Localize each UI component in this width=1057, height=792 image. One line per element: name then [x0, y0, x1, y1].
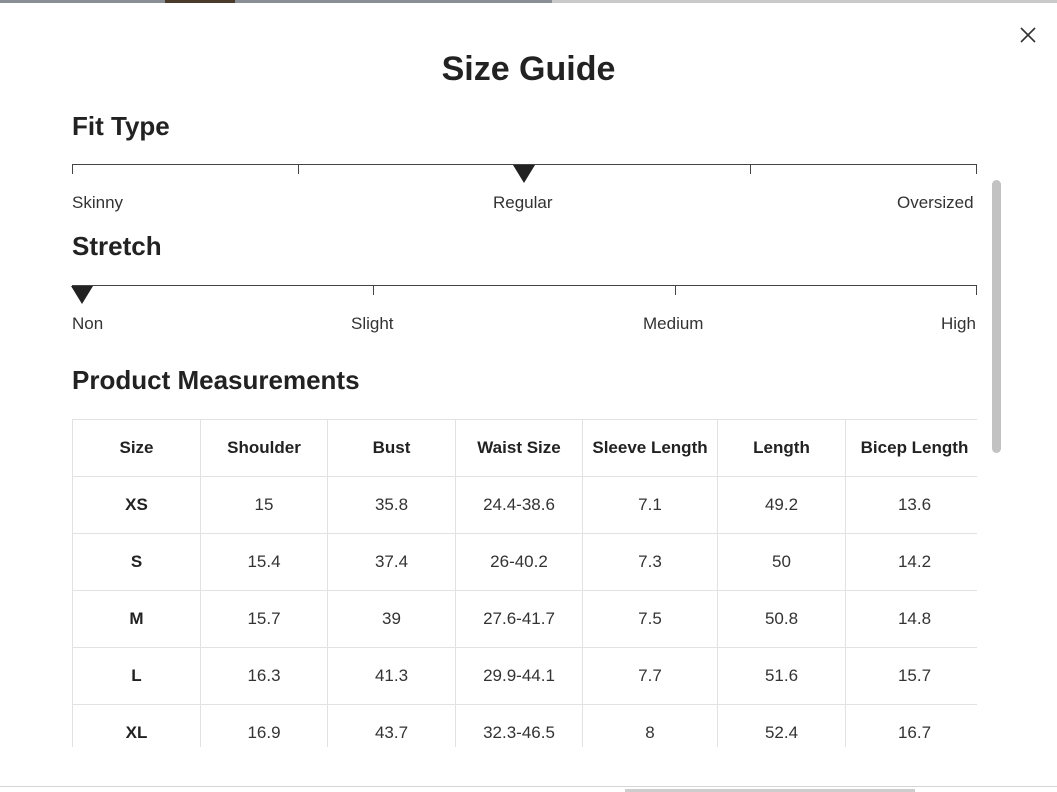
sleeve-length-cell: 7.3 [582, 533, 718, 591]
stretch-tick [976, 285, 977, 295]
stretch-scale-line [72, 285, 977, 286]
modal-title: Size Guide [441, 50, 616, 88]
product-measurements-title: Product Measurements [72, 365, 360, 395]
sleeve-length-cell: 7.5 [582, 590, 718, 648]
stretch-scale [71, 285, 977, 325]
size-guide-modal: Size Guide Fit Type Skinny Regular Overs… [0, 3, 1057, 786]
waist-size-cell: 24.4-38.6 [455, 476, 583, 534]
stretch-label-non: Non [72, 314, 104, 333]
sleeve-length-cell: 8 [582, 704, 718, 747]
column-header-sleeve-length: Sleeve Length [582, 419, 718, 477]
bicep-length-cell: 13.6 [845, 476, 977, 534]
table-row: XL 16.9 43.7 32.3-46.5 8 52.4 16.7 [72, 704, 977, 747]
bust-cell: 39 [327, 590, 456, 648]
page: Size Guide Fit Type Skinny Regular Overs… [0, 0, 1057, 792]
fit-type-label-regular: Regular [493, 193, 553, 212]
fit-type-tick [976, 164, 977, 174]
fit-type-marker [513, 165, 535, 183]
fit-type-label-skinny: Skinny [72, 193, 124, 212]
column-header-length: Length [717, 419, 846, 477]
table-row: M 15.7 39 27.6-41.7 7.5 50.8 14.8 [72, 590, 977, 648]
table-row: L 16.3 41.3 29.9-44.1 7.7 51.6 15.7 [72, 647, 977, 705]
size-cell: XL [72, 704, 201, 747]
backdrop-bottom [0, 786, 1057, 792]
sleeve-length-cell: 7.7 [582, 647, 718, 705]
bust-cell: 35.8 [327, 476, 456, 534]
bicep-length-cell: 14.2 [845, 533, 977, 591]
waist-size-cell: 29.9-44.1 [455, 647, 583, 705]
length-cell: 52.4 [717, 704, 846, 747]
table-row: XS 15 35.8 24.4-38.6 7.1 49.2 13.6 [72, 476, 977, 534]
column-header-shoulder: Shoulder [200, 419, 328, 477]
table-header-row: Size Shoulder Bust Waist Size Sleeve Len… [72, 419, 977, 477]
waist-size-cell: 27.6-41.7 [455, 590, 583, 648]
stretch-tick [373, 285, 374, 295]
length-cell: 51.6 [717, 647, 846, 705]
shoulder-cell: 15.7 [200, 590, 328, 648]
bust-cell: 41.3 [327, 647, 456, 705]
size-cell: L [72, 647, 201, 705]
bust-cell: 37.4 [327, 533, 456, 591]
shoulder-cell: 16.3 [200, 647, 328, 705]
fit-type-tick [298, 164, 299, 174]
bust-cell: 43.7 [327, 704, 456, 747]
table-row: S 15.4 37.4 26-40.2 7.3 50 14.2 [72, 533, 977, 591]
waist-size-cell: 32.3-46.5 [455, 704, 583, 747]
size-cell: S [72, 533, 201, 591]
column-header-bicep-length: Bicep Length [845, 419, 977, 477]
stretch-marker [71, 286, 93, 304]
fit-type-tick [750, 164, 751, 174]
measurements-table: Size Shoulder Bust Waist Size Sleeve Len… [72, 419, 977, 747]
length-cell: 50 [717, 533, 846, 591]
bicep-length-cell: 15.7 [845, 647, 977, 705]
shoulder-cell: 15.4 [200, 533, 328, 591]
bicep-length-cell: 14.8 [845, 590, 977, 648]
shoulder-cell: 16.9 [200, 704, 328, 747]
close-icon [1020, 27, 1036, 43]
stretch-title: Stretch [72, 231, 162, 261]
fit-type-title: Fit Type [72, 111, 170, 141]
stretch-label-high: High [941, 314, 976, 333]
column-header-bust: Bust [327, 419, 456, 477]
measurements-table-scroll[interactable]: Size Shoulder Bust Waist Size Sleeve Len… [72, 419, 977, 747]
close-button[interactable] [1016, 23, 1040, 47]
stretch-label-medium: Medium [643, 314, 704, 333]
waist-size-cell: 26-40.2 [455, 533, 583, 591]
modal-scrollbar-thumb[interactable] [992, 180, 1001, 453]
shoulder-cell: 15 [200, 476, 328, 534]
column-header-waist-size: Waist Size [455, 419, 583, 477]
fit-type-label-oversized: Oversized [897, 193, 974, 212]
size-cell: XS [72, 476, 201, 534]
stretch-label-slight: Slight [351, 314, 394, 333]
column-header-size: Size [72, 419, 201, 477]
bicep-length-cell: 16.7 [845, 704, 977, 747]
length-cell: 50.8 [717, 590, 846, 648]
size-cell: M [72, 590, 201, 648]
length-cell: 49.2 [717, 476, 846, 534]
fit-type-tick [72, 164, 73, 174]
sleeve-length-cell: 7.1 [582, 476, 718, 534]
stretch-tick [675, 285, 676, 295]
